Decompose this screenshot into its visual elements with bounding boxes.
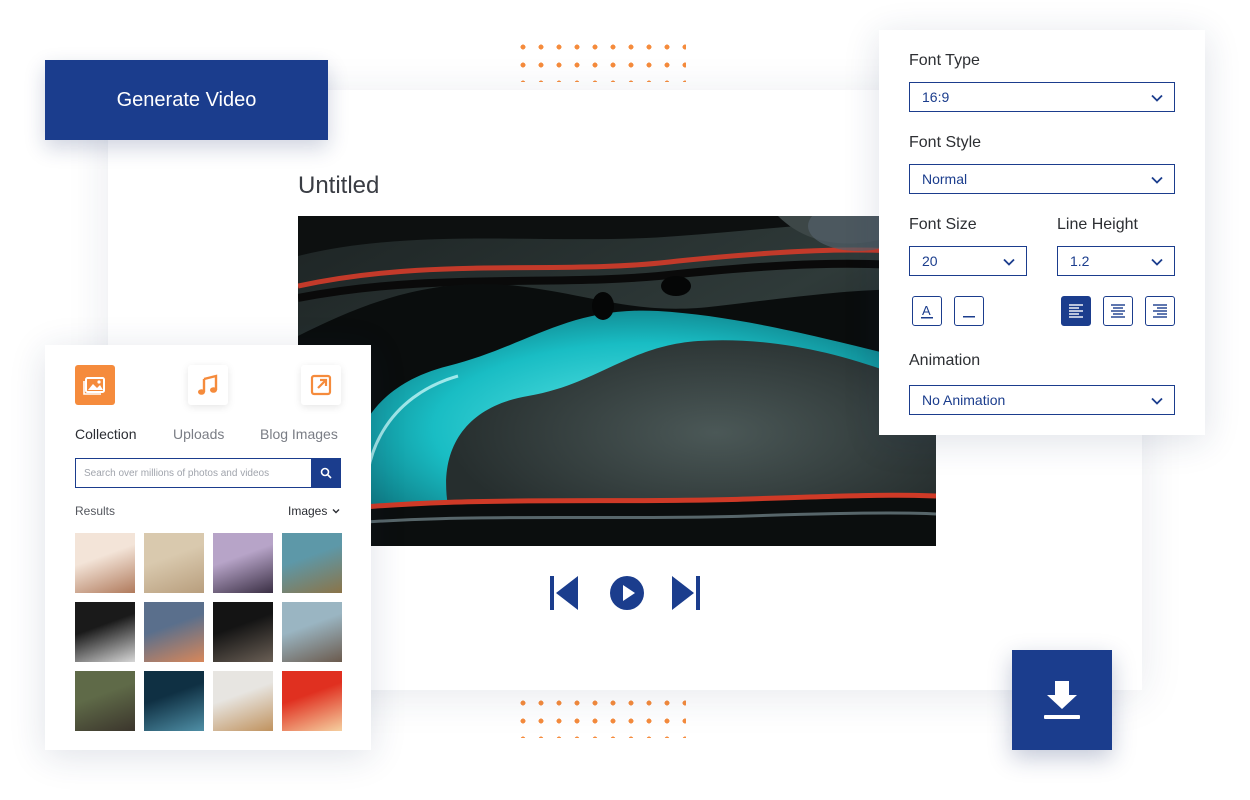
chevron-down-icon xyxy=(1151,94,1163,102)
chevron-down-icon xyxy=(1151,176,1163,184)
search-placeholder: Search over millions of photos and video… xyxy=(84,467,270,479)
tab-label-collection[interactable]: Collection xyxy=(75,426,136,442)
thumbnail-city-building[interactable] xyxy=(282,602,342,662)
thumbnail-paint-splash[interactable] xyxy=(282,671,342,731)
font-type-label: Font Type xyxy=(909,52,980,69)
font-style-select[interactable]: Normal xyxy=(909,164,1175,194)
text-color-button[interactable]: A xyxy=(912,296,942,326)
thumbnail-blue-night[interactable] xyxy=(144,671,204,731)
decorative-dots-top xyxy=(514,38,686,82)
download-button[interactable] xyxy=(1012,650,1112,750)
tab-label-uploads[interactable]: Uploads xyxy=(173,426,224,442)
align-left-button[interactable] xyxy=(1061,296,1091,326)
thumbnail-light-portrait[interactable] xyxy=(75,533,135,593)
skip-back-icon[interactable] xyxy=(548,572,580,619)
align-left-icon xyxy=(1069,304,1083,318)
underline-icon xyxy=(963,316,975,318)
thumbnail-mountain-road[interactable] xyxy=(282,533,342,593)
video-preview[interactable] xyxy=(298,216,936,546)
line-height-label: Line Height xyxy=(1057,216,1138,233)
external-link-icon xyxy=(310,374,332,396)
animation-label: Animation xyxy=(909,352,981,369)
music-note-icon xyxy=(198,374,218,395)
svg-text:A: A xyxy=(922,303,931,318)
preview-artwork xyxy=(298,216,936,546)
results-label: Results xyxy=(75,504,116,518)
tab-collection[interactable] xyxy=(75,365,115,405)
font-size-select[interactable]: 20 xyxy=(909,246,1027,276)
project-title: Untitled xyxy=(298,172,380,199)
search-input[interactable]: Search over millions of photos and video… xyxy=(75,458,311,488)
align-center-icon xyxy=(1111,304,1125,318)
thumbnail-wooden-cabinet[interactable] xyxy=(213,671,273,731)
tab-uploads[interactable] xyxy=(188,365,228,405)
chevron-down-icon xyxy=(1151,258,1163,266)
align-right-button[interactable] xyxy=(1145,296,1175,326)
thumbnail-stone-ruins[interactable] xyxy=(75,671,135,731)
text-color-icon: A xyxy=(921,303,933,319)
animation-value: No Animation xyxy=(922,392,1006,408)
media-library-panel: Collection Uploads Blog Images Search ov… xyxy=(45,345,371,750)
filter-value: Images xyxy=(288,504,328,518)
line-height-select[interactable]: 1.2 xyxy=(1057,246,1175,276)
decorative-dots-bottom xyxy=(514,694,686,738)
search-button[interactable] xyxy=(311,458,341,488)
font-size-value: 20 xyxy=(922,253,938,269)
tab-label-blog-images[interactable]: Blog Images xyxy=(260,426,338,442)
font-type-value: 16:9 xyxy=(922,89,950,105)
align-center-button[interactable] xyxy=(1103,296,1133,326)
thumbnail-night-walker[interactable] xyxy=(75,602,135,662)
generate-video-button[interactable]: Generate Video xyxy=(45,60,328,140)
play-icon[interactable] xyxy=(607,573,647,618)
image-gallery-icon xyxy=(83,377,105,395)
font-style-label: Font Style xyxy=(909,134,982,151)
align-right-icon xyxy=(1153,304,1167,318)
thumbnail-cloudy-sunset[interactable] xyxy=(144,602,204,662)
font-size-label: Font Size xyxy=(909,216,977,233)
thumbnail-dark-room[interactable] xyxy=(213,602,273,662)
underline-button[interactable] xyxy=(954,296,984,326)
font-settings-panel: Font Type 16:9 Font Style Normal Font Si… xyxy=(879,30,1205,435)
playback-controls xyxy=(548,572,704,616)
font-style-value: Normal xyxy=(922,171,968,187)
skip-forward-icon[interactable] xyxy=(670,572,702,619)
line-height-value: 1.2 xyxy=(1070,253,1090,269)
chevron-down-icon xyxy=(1003,258,1015,266)
animation-select[interactable]: No Animation xyxy=(909,385,1175,415)
thumbnail-studio-mixer[interactable] xyxy=(213,533,273,593)
tab-blog-images[interactable] xyxy=(301,365,341,405)
media-type-filter[interactable]: Images xyxy=(288,504,341,518)
chevron-down-icon xyxy=(332,509,340,514)
download-icon xyxy=(1044,681,1080,719)
font-type-select[interactable]: 16:9 xyxy=(909,82,1175,112)
search-icon xyxy=(320,467,332,479)
chevron-down-icon xyxy=(1151,397,1163,405)
thumbnail-statue[interactable] xyxy=(144,533,204,593)
